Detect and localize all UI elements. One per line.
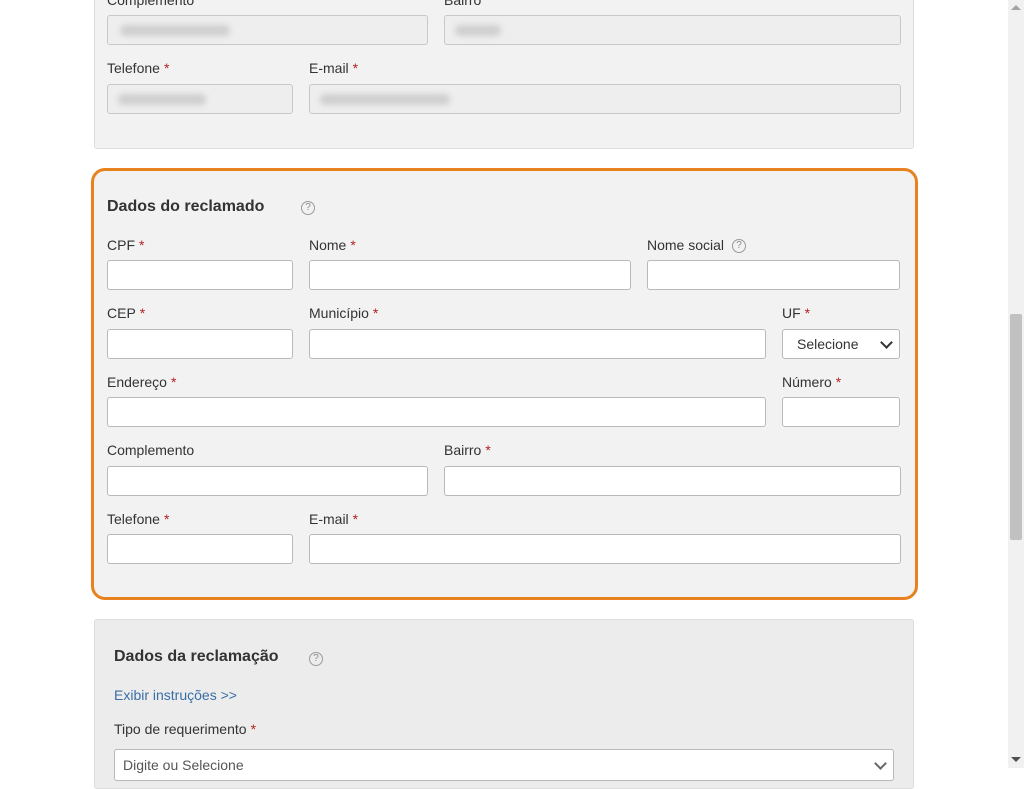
cep-label: CEP * — [107, 305, 146, 321]
uf-select[interactable]: Selecione — [782, 329, 900, 359]
required-marker: * — [352, 511, 359, 527]
help-icon[interactable]: ? — [732, 239, 746, 253]
scrollbar-thumb[interactable] — [1010, 314, 1022, 540]
required-marker: * — [139, 237, 145, 253]
uf-label: UF * — [782, 305, 811, 321]
complainant-email-field[interactable] — [309, 84, 901, 114]
help-icon[interactable]: ? — [309, 652, 323, 666]
complaint-section-title: Dados da reclamação — [114, 648, 279, 665]
cep-input[interactable] — [107, 329, 293, 359]
uf-selected-value: Selecione — [797, 336, 859, 352]
bairro-input[interactable] — [444, 466, 901, 496]
municipio-input[interactable] — [309, 329, 766, 359]
tipo-requerimento-select[interactable]: Digite ou Selecione — [114, 749, 894, 781]
required-marker: * — [485, 442, 491, 458]
nome-social-label: Nome social — [647, 237, 725, 253]
tipo-requerimento-label: Tipo de requerimento * — [114, 721, 257, 737]
telefone-label: Telefone * — [107, 511, 170, 527]
required-marker: * — [804, 305, 811, 321]
help-icon[interactable]: ? — [301, 201, 315, 215]
required-marker: * — [139, 305, 146, 321]
numero-input[interactable] — [782, 397, 900, 427]
required-marker: * — [835, 374, 842, 390]
redacted-value — [320, 94, 450, 105]
municipio-label: Município * — [309, 305, 379, 321]
endereco-input[interactable] — [107, 397, 766, 427]
complainant-bairro-field[interactable] — [444, 15, 901, 45]
nome-social-input[interactable] — [647, 260, 900, 290]
required-marker: * — [350, 237, 356, 253]
redacted-value — [118, 94, 206, 105]
complainant-complemento-field[interactable] — [107, 15, 428, 45]
email-label: E-mail * — [309, 511, 359, 527]
required-marker: * — [163, 511, 170, 527]
required-marker: * — [372, 305, 379, 321]
complainant-telefone-label: Telefone * — [107, 60, 170, 76]
chevron-down-icon — [880, 336, 893, 349]
redacted-value — [455, 25, 501, 36]
email-input[interactable] — [309, 534, 901, 564]
redacted-value — [120, 25, 230, 36]
nome-input[interactable] — [309, 260, 631, 290]
scroll-down-arrow-icon[interactable] — [1011, 757, 1021, 762]
tipo-requerimento-placeholder: Digite ou Selecione — [123, 757, 244, 773]
respondent-section-title: Dados do reclamado — [107, 198, 265, 215]
bairro-label: Bairro * — [444, 442, 491, 458]
complemento-input[interactable] — [107, 466, 428, 496]
required-marker: * — [250, 721, 257, 737]
required-marker: * — [170, 374, 177, 390]
complainant-complemento-label: Complemento — [107, 0, 195, 8]
cpf-label: CPF * — [107, 237, 145, 253]
complainant-email-label: E-mail * — [309, 60, 359, 76]
nome-label: Nome * — [309, 237, 356, 253]
cpf-input[interactable] — [107, 260, 293, 290]
endereco-label: Endereço * — [107, 374, 177, 390]
show-instructions-link[interactable]: Exibir instruções >> — [114, 687, 237, 703]
telefone-input[interactable] — [107, 534, 293, 564]
required-marker: * — [352, 60, 359, 76]
complainant-bairro-label: Bairro — [444, 0, 482, 8]
complainant-telefone-field[interactable] — [107, 84, 293, 114]
scroll-up-arrow-icon[interactable] — [1011, 5, 1021, 10]
complemento-label: Complemento — [107, 442, 195, 458]
required-marker: * — [163, 60, 170, 76]
numero-label: Número * — [782, 374, 842, 390]
